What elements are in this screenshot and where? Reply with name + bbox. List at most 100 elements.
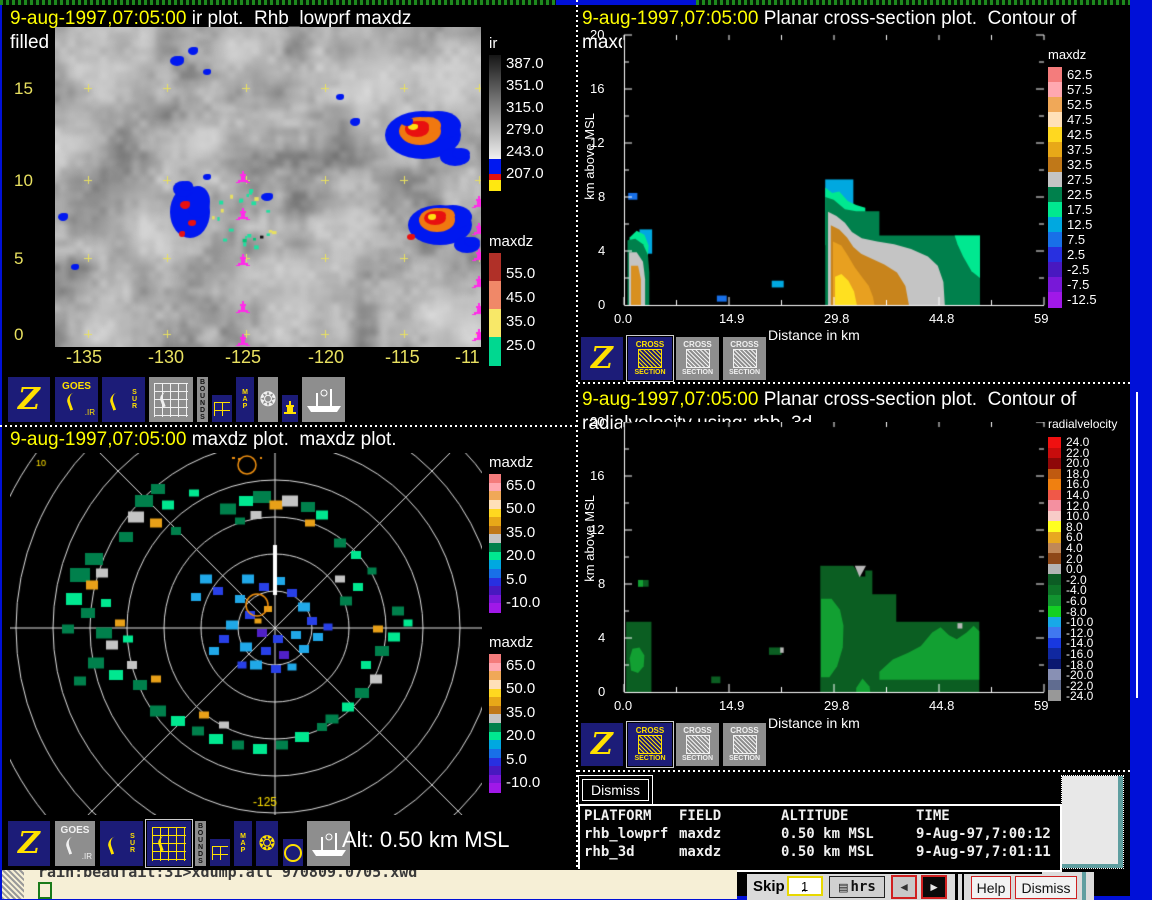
goes-ir-label: .IR [82, 852, 92, 861]
title-timestamp: 9-aug-1997,07:05:00 [10, 8, 186, 29]
cross-section-2[interactable]: CROSSSECTION [675, 336, 720, 381]
section-label: SECTION [729, 755, 760, 762]
separator [962, 874, 964, 900]
grid-overlay[interactable] [211, 394, 233, 423]
help-button[interactable]: Help [971, 876, 1011, 899]
arrow-left-icon: ◄ [898, 880, 910, 894]
table-cell: rhb_3d [584, 844, 635, 860]
colorbar-title: maxdz [1048, 47, 1086, 62]
section-label: SECTION [729, 369, 760, 376]
tick-label: 14.9 [719, 698, 744, 713]
colorbar-segment [1048, 187, 1062, 203]
grid-radar-icon [152, 827, 186, 861]
colorbar-label: 57.5 [1067, 82, 1092, 97]
cross-section-3[interactable]: CROSSSECTION [722, 722, 767, 767]
step-back-button[interactable]: ◄ [891, 875, 917, 899]
ship-track[interactable] [301, 376, 346, 423]
colorbar-label: 387.0 [506, 55, 544, 72]
tick-label: 16 [590, 468, 604, 483]
colorbar-label: 52.5 [1067, 97, 1092, 112]
zeb-logo[interactable]: Z [580, 722, 624, 767]
panel-title: 9-aug-1997,07:05:00 Planar cross-section… [582, 389, 1076, 411]
colorbar-segment [1048, 638, 1061, 649]
range-rings-icon: ❂ [259, 834, 276, 854]
colorbar-segment [1048, 448, 1061, 459]
table-cell: maxdz [679, 844, 721, 860]
zeb-logo[interactable]: Z [580, 336, 624, 381]
colorbar-segment [1048, 172, 1062, 188]
circle-overlay[interactable] [282, 838, 304, 867]
radar-ppi-display[interactable] [10, 453, 482, 815]
bounds[interactable]: B O U N D S [194, 820, 207, 867]
colorbar-label: 62.5 [1067, 67, 1092, 82]
colorbar-segment [1048, 553, 1061, 564]
colorbar-title: ir [489, 35, 497, 52]
colorbar-segment [1048, 680, 1061, 691]
map-overlay[interactable]: M A P [235, 376, 255, 423]
table-cell: PLATFORM [584, 808, 651, 824]
platform-status-table: PLATFORMFIELDALTITUDETIME rhb_lowprfmaxd… [578, 804, 1062, 872]
circle-icon [284, 844, 302, 862]
grid-overlay[interactable] [209, 838, 231, 867]
zeb-logo[interactable]: Z [7, 376, 51, 423]
range-rings[interactable]: ❂ [257, 376, 279, 423]
cross-section-plot[interactable] [622, 422, 1046, 694]
goes-ir[interactable]: GOES.IR [54, 820, 96, 867]
cross-section-2[interactable]: CROSSSECTION [675, 722, 720, 767]
dish-curve [108, 389, 131, 411]
colorbar-label: -12.5 [1067, 292, 1097, 307]
colorbar-label: 32.5 [1067, 157, 1092, 172]
skip-value-input[interactable]: 1 ^ [787, 876, 823, 896]
tick-label: 59 [1034, 311, 1048, 326]
skip-label: Skip [753, 878, 785, 895]
blank-widget-window[interactable] [1062, 776, 1123, 868]
bottom-right-divider [1082, 872, 1086, 900]
range-rings[interactable]: ❂ [255, 820, 279, 867]
colorbar-segment [1048, 574, 1061, 585]
radar-grid[interactable] [146, 820, 192, 867]
scroll-indicator[interactable] [1136, 392, 1138, 698]
terminal-window[interactable]: rain:beaufait:31>xdump.all 970809.0705.x… [2, 869, 737, 899]
bounds[interactable]: B O U N D S [196, 376, 209, 423]
cross-section-1[interactable]: CROSSSECTION [627, 722, 673, 767]
radar-surveillance[interactable]: S U R [101, 376, 146, 423]
colorbar-label: 7.5 [1067, 232, 1085, 247]
goes-ir[interactable]: GOES.IR [54, 376, 99, 423]
satellite-image[interactable] [55, 27, 481, 347]
overlay-dismiss-button[interactable]: Dismiss [582, 779, 649, 801]
dismiss-button[interactable]: Dismiss [1015, 876, 1077, 899]
panel-satellite: 9-aug-1997,07:05:00 ir plot. Rhb_lowprf … [2, 5, 576, 425]
colorbar-label: 35.0 [506, 524, 535, 541]
colorbar-gradient [489, 55, 501, 159]
cross-section-3[interactable]: CROSSSECTION [722, 336, 767, 381]
cross-section-plot[interactable] [622, 29, 1046, 307]
colorbar-label: 35.0 [506, 313, 535, 330]
zeb-logo[interactable]: Z [7, 820, 51, 867]
cross-label: CROSS [636, 727, 664, 734]
step-forward-button[interactable]: ► [921, 875, 947, 899]
cross-section-1[interactable]: CROSSSECTION [627, 336, 673, 381]
radar-surveillance[interactable]: S U R [99, 820, 144, 867]
colorbar-segment [1048, 511, 1061, 522]
sur-label: S U R [130, 833, 135, 854]
map-overlay[interactable]: M A P [233, 820, 253, 867]
y-axis-label: km above MSL [582, 113, 597, 200]
time-control-bar: Skip 1 ^ ▤hrs ◄ ► Help Dismiss [747, 872, 1042, 900]
terminal-resize-grip[interactable] [2, 870, 24, 899]
map-label: M A P [242, 389, 248, 410]
hours-step-button[interactable]: ▤hrs [829, 876, 885, 898]
tick-label: 4 [598, 243, 605, 258]
title-timestamp: 9-aug-1997,07:05:00 [582, 8, 758, 29]
right-background [1130, 0, 1152, 900]
radar-grid[interactable] [148, 376, 194, 423]
table-cell: 0.50 km MSL [781, 826, 874, 842]
grid-radar-icon [154, 383, 188, 417]
sur-label: S U R [132, 389, 137, 410]
colorbar-segment [1048, 437, 1061, 448]
colorbar-segment [1048, 627, 1061, 638]
table-cell: TIME [916, 808, 950, 824]
table-cell: ALTITUDE [781, 808, 848, 824]
tick-label: 0.0 [614, 698, 632, 713]
spinner-caret-icon[interactable]: ^ [802, 888, 806, 897]
buoy-overlay[interactable] [281, 394, 299, 423]
